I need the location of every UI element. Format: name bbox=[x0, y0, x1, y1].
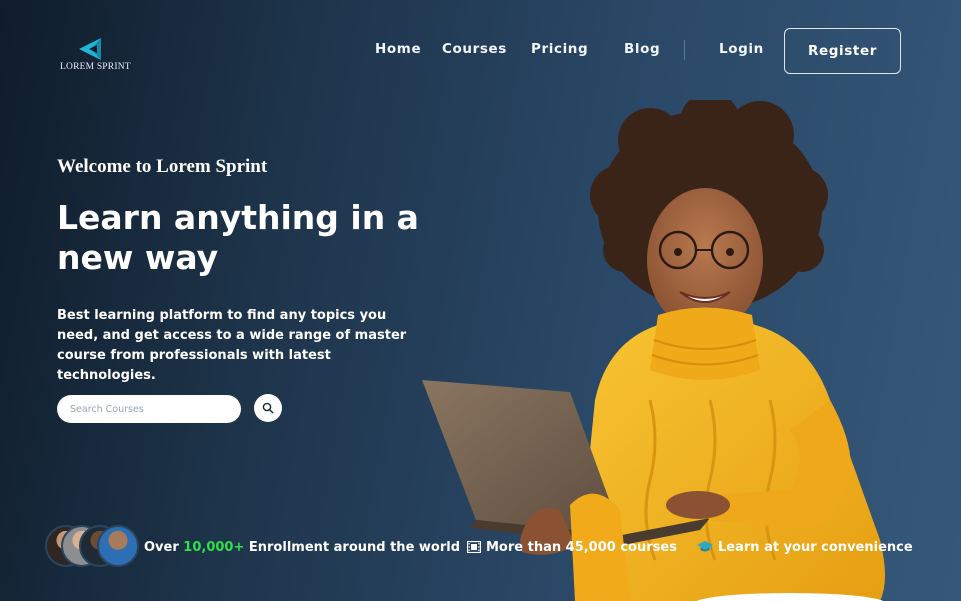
register-button[interactable]: Register bbox=[784, 28, 901, 74]
enrollment-prefix: Over bbox=[144, 539, 179, 555]
hero-description: Best learning platform to find any topic… bbox=[57, 308, 407, 383]
brand-name: LOREM SPRINT bbox=[60, 62, 131, 72]
search-button[interactable] bbox=[254, 394, 282, 422]
nav-divider bbox=[684, 40, 685, 60]
nav-blog[interactable]: Blog bbox=[624, 41, 660, 57]
nav-courses[interactable]: Courses bbox=[442, 41, 507, 57]
triangle-logo-icon bbox=[79, 38, 101, 60]
enrollment-suffix: Enrollment around the world bbox=[248, 539, 461, 555]
nav-pricing[interactable]: Pricing bbox=[531, 41, 588, 57]
hero-headline: Learn anything in a new way bbox=[57, 198, 419, 277]
courses-stat: More than 45,000 courses bbox=[467, 537, 677, 557]
welcome-text: Welcome to Lorem Sprint bbox=[57, 156, 268, 177]
brand-logo[interactable]: LOREM SPRINT bbox=[60, 36, 134, 76]
avatar bbox=[97, 525, 139, 567]
search-icon bbox=[262, 402, 274, 414]
graduation-cap-icon bbox=[697, 541, 713, 552]
nav-login[interactable]: Login bbox=[719, 41, 764, 57]
nav-home[interactable]: Home bbox=[375, 41, 421, 57]
convenience-stat: Learn at your convenience bbox=[697, 537, 913, 557]
search-input[interactable] bbox=[57, 395, 241, 423]
enrollment-count: 10,000+ bbox=[183, 539, 245, 555]
film-icon bbox=[467, 541, 481, 553]
enrollment-stat: Over 10,000+ Enrollment around the world bbox=[144, 537, 460, 557]
convenience-stat-label: Learn at your convenience bbox=[718, 539, 913, 555]
student-with-laptop-image bbox=[422, 100, 885, 601]
learner-avatars bbox=[45, 525, 139, 569]
courses-stat-label: More than 45,000 courses bbox=[486, 539, 677, 555]
site-header: LOREM SPRINT Home Courses Pricing Blog L… bbox=[0, 0, 961, 100]
